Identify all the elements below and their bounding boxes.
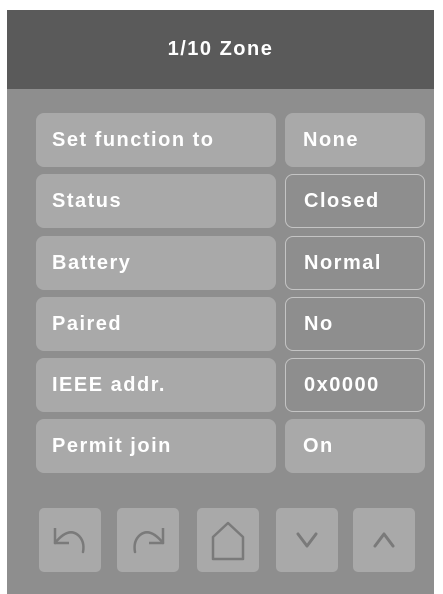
ieee-addr-value: 0x0000: [285, 358, 425, 412]
settings-row-battery: Battery Normal: [7, 236, 434, 290]
page-title: 1/10 Zone: [7, 10, 434, 89]
zone-settings-panel: 1/10 Zone Set function to None Status Cl…: [7, 10, 434, 594]
settings-row-status: Status Closed: [7, 174, 434, 228]
home-icon: [211, 521, 245, 561]
settings-row-ieee-addr: IEEE addr. 0x0000: [7, 358, 434, 412]
chevron-down-icon: [296, 532, 318, 548]
undo-button[interactable]: [39, 508, 101, 572]
settings-row-set-function: Set function to None: [7, 113, 434, 167]
redo-icon: [133, 528, 165, 554]
settings-row-paired: Paired No: [7, 297, 434, 351]
permit-join-value-button[interactable]: On: [285, 419, 425, 473]
ieee-addr-label-button[interactable]: IEEE addr.: [36, 358, 276, 412]
redo-button[interactable]: [117, 508, 179, 572]
status-label-button[interactable]: Status: [36, 174, 276, 228]
undo-icon: [53, 528, 85, 554]
set-function-value-button[interactable]: None: [285, 113, 425, 167]
chevron-up-icon: [373, 532, 395, 548]
paired-value: No: [285, 297, 425, 351]
scroll-down-button[interactable]: [276, 508, 338, 572]
settings-row-permit-join: Permit join On: [7, 419, 434, 473]
permit-join-label-button[interactable]: Permit join: [36, 419, 276, 473]
battery-value: Normal: [285, 236, 425, 290]
battery-label-button[interactable]: Battery: [36, 236, 276, 290]
paired-label-button[interactable]: Paired: [36, 297, 276, 351]
scroll-up-button[interactable]: [353, 508, 415, 572]
status-value: Closed: [285, 174, 425, 228]
home-button[interactable]: [197, 508, 259, 572]
set-function-label-button[interactable]: Set function to: [36, 113, 276, 167]
